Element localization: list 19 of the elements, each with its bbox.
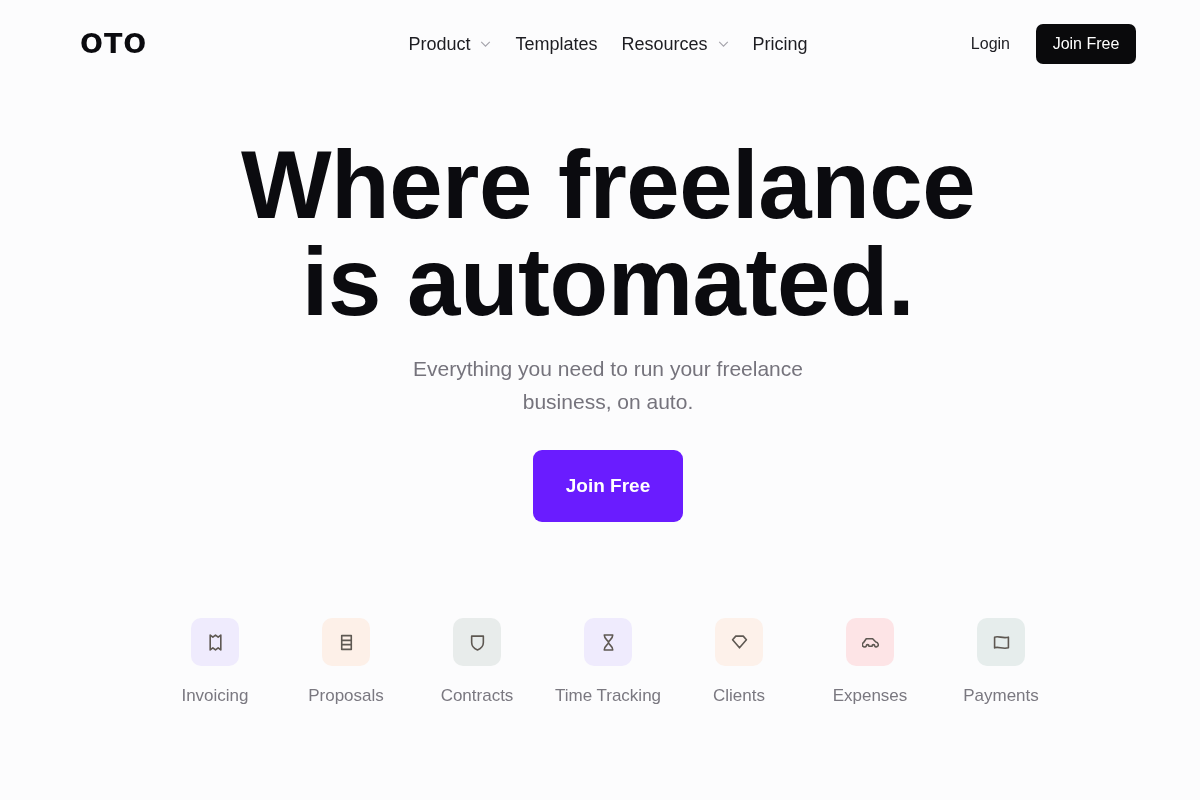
feature-label: Proposals bbox=[308, 685, 384, 707]
nav-link[interactable]: Resources bbox=[621, 33, 729, 55]
chevron-down-icon bbox=[480, 41, 492, 47]
nav-link[interactable]: Templates bbox=[515, 33, 598, 55]
feature-label: Clients bbox=[713, 685, 765, 707]
nav-link[interactable]: Product bbox=[408, 33, 492, 55]
feature-label: Expenses bbox=[832, 685, 908, 707]
hero-heading: Where freelance is automated. bbox=[239, 136, 977, 330]
login-link[interactable]: Login bbox=[970, 35, 1010, 53]
hero-subtitle: Everything you need to run your freelance business, on auto. bbox=[412, 356, 804, 415]
feature-label: Time Tracking bbox=[554, 685, 662, 707]
chevron-down-icon bbox=[717, 41, 729, 47]
join-free-button[interactable]: Join Free bbox=[1036, 24, 1136, 64]
feature-label: Payments bbox=[963, 685, 1039, 707]
feature-label: Invoicing bbox=[181, 685, 249, 707]
feature-label: Contracts bbox=[440, 685, 514, 707]
logo[interactable]: OTO bbox=[80, 29, 148, 59]
join-free-button[interactable]: Join Free bbox=[533, 450, 683, 522]
nav-link[interactable]: Pricing bbox=[752, 33, 808, 55]
